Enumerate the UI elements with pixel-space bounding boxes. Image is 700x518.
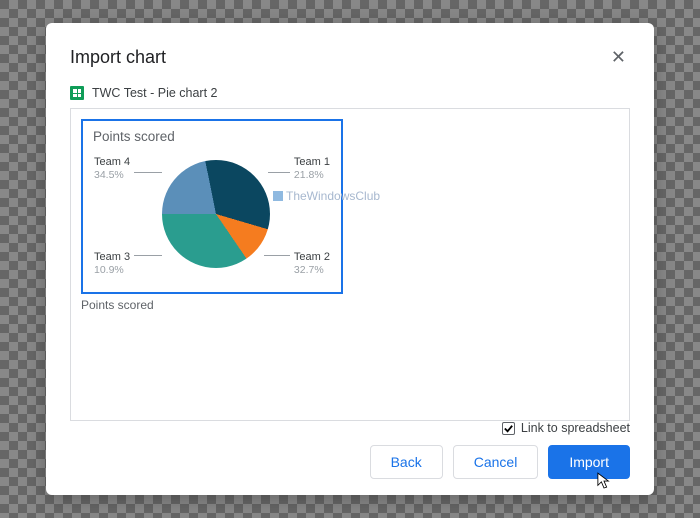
check-icon [502,422,515,435]
chart-title: Points scored [93,129,331,144]
slice-label-team4: Team 434.5% [94,156,130,181]
checkbox-label: Link to spreadsheet [521,421,630,435]
dialog-buttons: Back Cancel Import [370,445,630,479]
sheets-icon [70,86,84,100]
dialog-title: Import chart [70,47,166,68]
source-file-name: TWC Test - Pie chart 2 [92,86,218,100]
link-to-spreadsheet-checkbox[interactable]: Link to spreadsheet [502,421,630,435]
cancel-button[interactable]: Cancel [453,445,539,479]
cursor-icon [597,472,611,490]
pie-chart: Team 121.8% Team 232.7% Team 310.9% Team… [94,150,330,280]
chart-card-selected[interactable]: Points scored Team 121.8% Team 232.7% Te… [81,119,343,294]
close-icon[interactable]: ✕ [607,43,630,72]
chart-caption: Points scored [81,298,619,312]
slice-label-team2: Team 232.7% [294,251,330,276]
source-file-row: TWC Test - Pie chart 2 [70,86,630,100]
back-button[interactable]: Back [370,445,443,479]
chart-list-panel: Points scored Team 121.8% Team 232.7% Te… [70,108,630,421]
dialog-header: Import chart ✕ [70,43,630,72]
import-button[interactable]: Import [548,445,630,479]
watermark: TheWindowsClub [273,189,380,203]
slice-label-team1: Team 121.8% [294,156,330,181]
slice-label-team3: Team 310.9% [94,251,130,276]
import-chart-dialog: Import chart ✕ TWC Test - Pie chart 2 Po… [46,23,654,495]
